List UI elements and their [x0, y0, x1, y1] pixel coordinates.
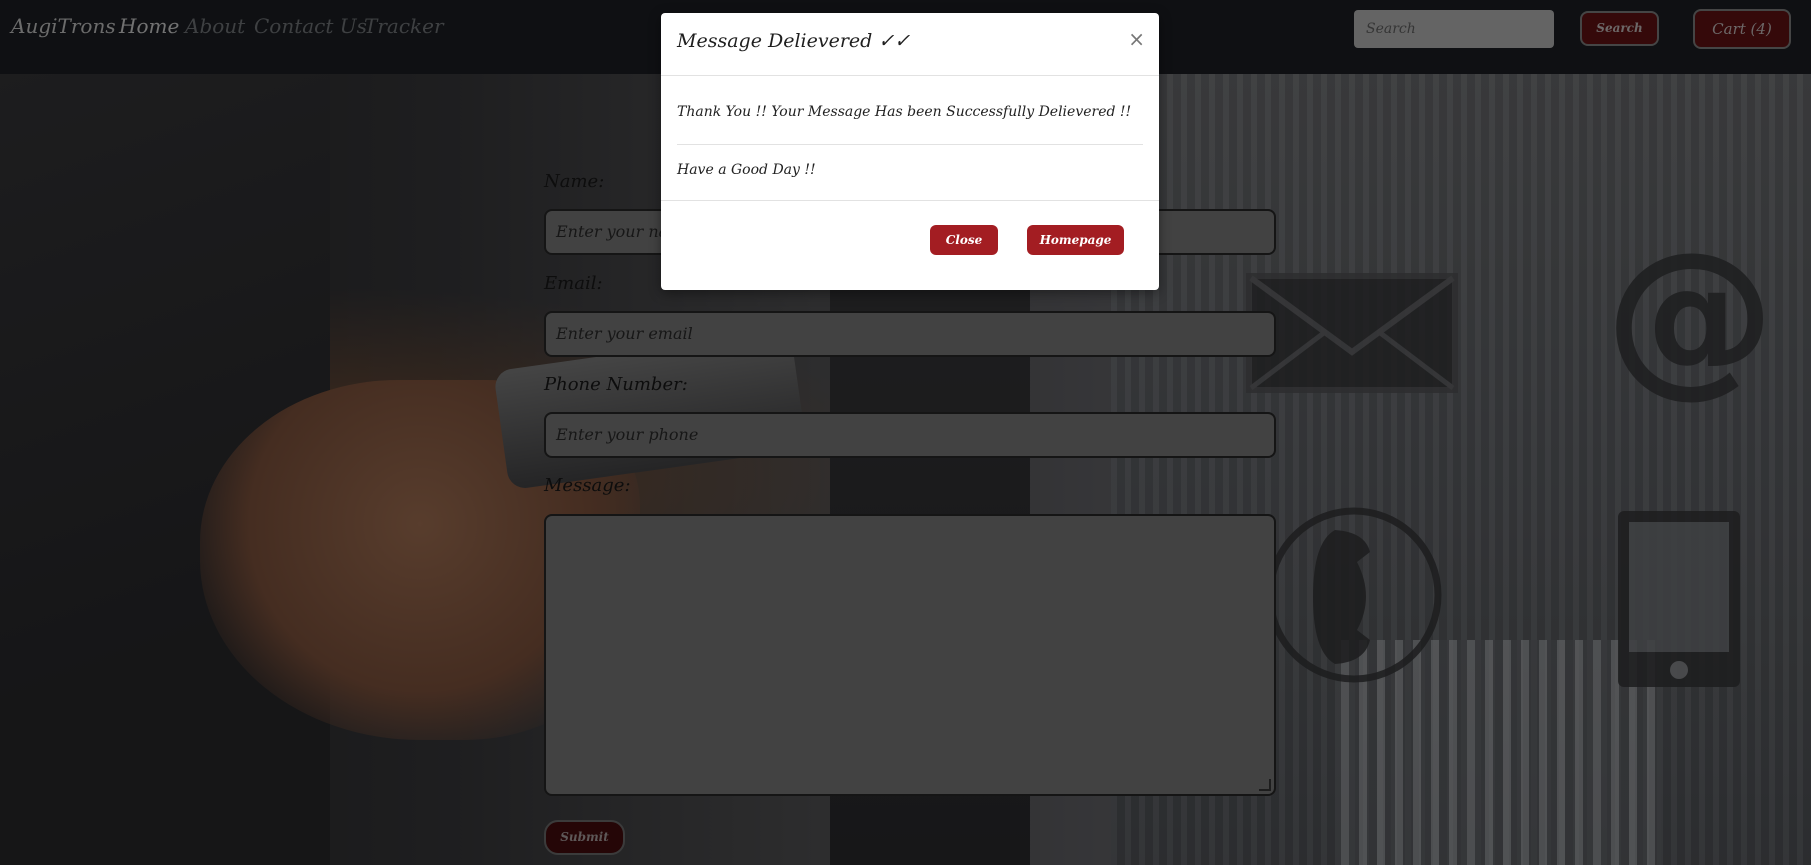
- modal-body: Thank You !! Your Message Has been Succe…: [661, 76, 1159, 201]
- homepage-button[interactable]: Homepage: [1027, 225, 1124, 255]
- greeting-message: Have a Good Day !!: [677, 162, 816, 178]
- modal-header: Message Delievered ✓✓ ×: [661, 13, 1159, 76]
- modal-title: Message Delievered ✓✓: [677, 30, 911, 52]
- modal-divider: [677, 144, 1143, 145]
- success-message: Thank You !! Your Message Has been Succe…: [677, 104, 1132, 120]
- close-icon[interactable]: ×: [1128, 27, 1145, 51]
- message-delivered-modal: Message Delievered ✓✓ × Thank You !! You…: [661, 13, 1159, 290]
- close-button[interactable]: Close: [930, 225, 998, 255]
